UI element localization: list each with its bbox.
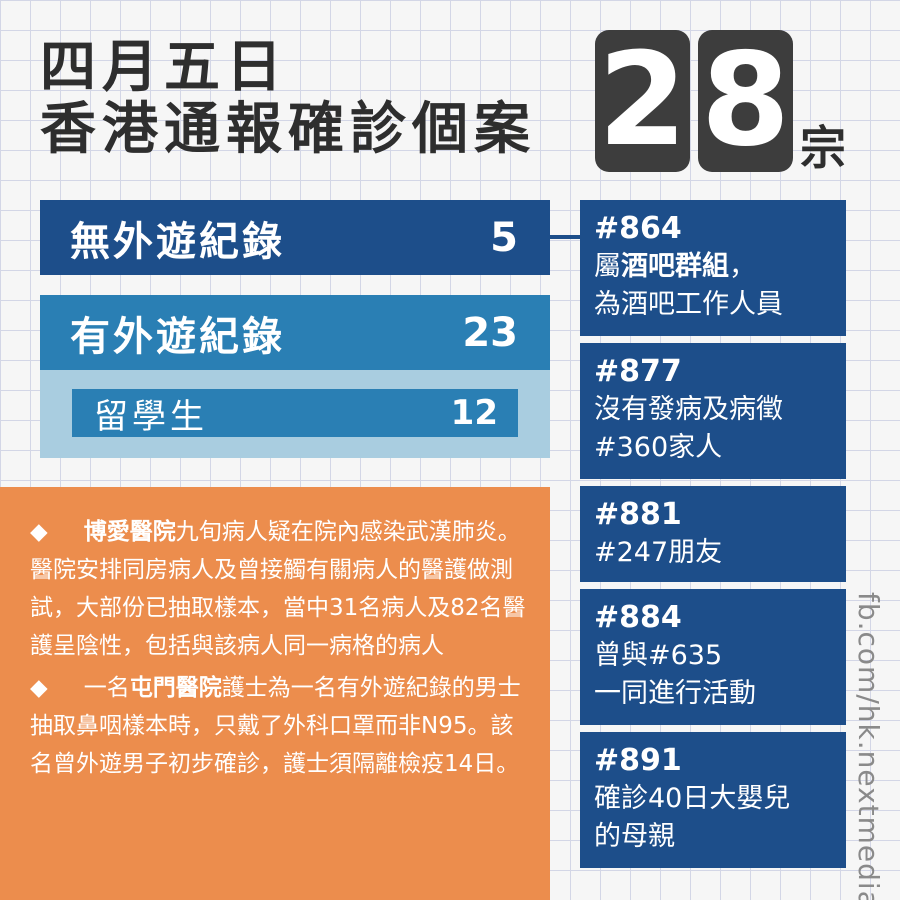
no-travel-bar: 無外遊紀錄 5 — [40, 200, 550, 275]
case-detail: 曾與#635 — [594, 640, 723, 671]
case-card: #877 沒有發病及病徵 #360家人 — [580, 343, 846, 479]
hospital-name: 博愛醫院 — [83, 519, 176, 545]
case-detail: 屬酒吧群組， — [594, 251, 756, 282]
students-bar: 留學生 12 — [72, 389, 518, 437]
case-id: #864 — [594, 211, 682, 246]
case-card: #884 曾與#635 一同進行活動 — [580, 589, 846, 725]
travel-label: 有外遊紀錄 — [70, 313, 285, 360]
case-detail: #247朋友 — [594, 537, 723, 568]
case-card: #891 確診40日大嬰兒 的母親 — [580, 732, 846, 868]
case-id: #891 — [594, 743, 682, 778]
case-detail: #360家人 — [594, 432, 723, 463]
diamond-bullet-icon: ◆ — [30, 519, 48, 545]
case-card: #881 #247朋友 — [580, 486, 846, 582]
case-count-unit: 宗 — [800, 121, 846, 175]
diamond-bullet-icon: ◆ — [30, 675, 48, 701]
students-label: 留學生 — [94, 396, 208, 437]
title-date: 四月五日 — [40, 35, 288, 100]
case-detail: 的母親 — [594, 821, 675, 852]
title-headline: 香港通報確診個案 — [40, 97, 536, 162]
case-count-digit-1: 2 — [595, 30, 690, 172]
case-detail: 沒有發病及病徵 — [594, 394, 783, 425]
connector-line — [550, 235, 580, 239]
case-id: #881 — [594, 497, 682, 532]
hospital-name: 屯門醫院 — [129, 675, 222, 701]
note-item: ◆ 博愛醫院九旬病人疑在院內感染武漢肺炎。醫院安排同房病人及曾接觸有關病人的醫護做… — [30, 519, 526, 659]
case-id: #877 — [594, 354, 682, 389]
students-value: 12 — [450, 393, 498, 433]
case-card: #864 屬酒吧群組， 為酒吧工作人員 — [580, 200, 846, 336]
no-travel-value: 5 — [490, 214, 518, 261]
case-detail: 一同進行活動 — [594, 678, 756, 709]
case-detail: 為酒吧工作人員 — [594, 289, 783, 320]
case-count-digit-2: 8 — [698, 30, 793, 172]
notes-panel: ◆ 博愛醫院九旬病人疑在院內感染武漢肺炎。醫院安排同房病人及曾接觸有關病人的醫護做… — [0, 487, 550, 900]
note-item: ◆ 一名屯門醫院護士為一名有外遊紀錄的男士抽取鼻咽樣本時，只戴了外科口罩而非N95… — [30, 675, 521, 777]
travel-value: 23 — [462, 309, 518, 356]
case-detail: 確診40日大嬰兒 — [594, 783, 791, 814]
travel-bar: 有外遊紀錄 23 — [40, 295, 550, 370]
source-credit: fb.com/hk.nextmedia/ — [852, 592, 885, 900]
no-travel-label: 無外遊紀錄 — [70, 218, 285, 265]
case-id: #884 — [594, 600, 682, 635]
